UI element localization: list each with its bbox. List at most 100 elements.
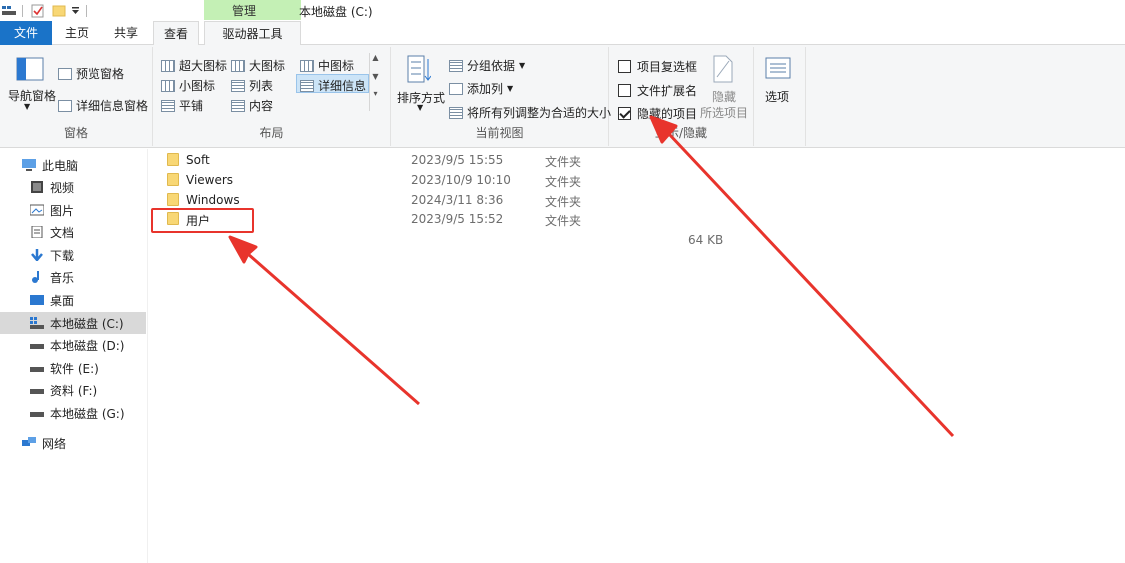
details-pane-button[interactable]: 详细信息窗格 xyxy=(58,97,148,114)
file-extensions-toggle[interactable]: 文件扩展名 xyxy=(618,82,697,99)
nav-drive-f[interactable]: 资料 (F:) xyxy=(0,379,146,401)
sort-by-icon xyxy=(407,55,431,83)
video-icon xyxy=(31,181,43,193)
file-type: 文件夹 xyxy=(545,195,582,209)
layout-extra-large-icons[interactable]: 超大图标 xyxy=(161,57,227,74)
nav-label: 此电脑 xyxy=(42,158,79,173)
nav-label: 资料 (F:) xyxy=(50,383,98,398)
drive-icon xyxy=(30,412,44,417)
nav-pictures[interactable]: 图片 xyxy=(0,199,146,221)
chevron-up-icon[interactable]: ▲ xyxy=(370,53,381,62)
options-button[interactable]: 选项 xyxy=(765,88,789,105)
group-by-button[interactable]: 分组依据 ▼ xyxy=(449,57,525,74)
layout-tiles[interactable]: 平铺 xyxy=(161,97,203,114)
tab-home[interactable]: 主页 xyxy=(57,21,97,45)
nav-documents[interactable]: 文档 xyxy=(0,221,146,243)
file-type: 文件夹 xyxy=(545,155,582,169)
pane-group: 导航窗格 ▼ 预览窗格 详细信息窗格 窗格 xyxy=(0,47,153,146)
add-column-button[interactable]: 添加列 ▼ xyxy=(449,80,513,97)
annotation-arrow-to-folder xyxy=(228,235,420,406)
hidden-items-toggle[interactable]: 隐藏的项目 xyxy=(618,105,697,122)
hide-selected-icon xyxy=(713,55,733,83)
nav-music[interactable]: 音乐 xyxy=(0,266,146,288)
layout-group-label: 布局 xyxy=(259,126,284,140)
details-pane-label: 详细信息窗格 xyxy=(76,99,149,113)
group-by-icon xyxy=(449,59,463,72)
item-checkboxes-toggle[interactable]: 项目复选框 xyxy=(618,58,697,75)
nav-network[interactable]: 网络 xyxy=(0,432,146,454)
tab-view[interactable]: 查看 xyxy=(153,21,199,46)
preview-pane-button[interactable]: 预览窗格 xyxy=(58,65,124,82)
folder-icon xyxy=(167,153,179,166)
hide-selected-button[interactable]: 隐藏 xyxy=(712,88,736,105)
tab-share[interactable]: 共享 xyxy=(106,21,146,45)
properties-icon[interactable] xyxy=(31,4,44,18)
item-checkboxes-checkbox[interactable] xyxy=(618,60,631,73)
tab-drive-tools[interactable]: 驱动器工具 xyxy=(204,21,301,45)
file-row[interactable]: Windows 2024/3/11 8:36 文件夹 xyxy=(167,190,607,210)
file-extensions-checkbox[interactable] xyxy=(618,84,631,97)
layout-details[interactable]: 详细信息 xyxy=(300,77,366,94)
nav-label: 视频 xyxy=(50,180,75,195)
nav-drive-c[interactable]: 本地磁盘 (C:) xyxy=(0,312,146,334)
nav-label: 网络 xyxy=(42,436,67,451)
chevron-down-icon: ▼ xyxy=(519,61,526,70)
nav-label: 下载 xyxy=(50,248,75,263)
chevron-down-icon[interactable]: ▼ xyxy=(370,72,381,81)
layout-small-icons[interactable]: 小图标 xyxy=(161,77,215,94)
nav-desktop[interactable]: 桌面 xyxy=(0,289,146,311)
nav-videos[interactable]: 视频 xyxy=(0,176,146,198)
nav-label: 本地磁盘 (G:) xyxy=(50,406,125,421)
layout-label: 平铺 xyxy=(179,99,204,113)
file-row[interactable]: Soft 2023/9/5 15:55 文件夹 xyxy=(167,150,607,170)
hide-selected-subtext: 所选项目 xyxy=(700,104,748,121)
nav-label: 软件 (E:) xyxy=(50,361,99,376)
new-folder-icon[interactable] xyxy=(52,4,66,17)
add-column-icon xyxy=(449,82,463,95)
group-by-label: 分组依据 xyxy=(467,59,516,73)
file-date: 2023/9/5 15:55 xyxy=(411,153,504,167)
title-bar: 管理 本地磁盘 (C:) xyxy=(0,0,1125,22)
nav-pane-label: 导航窗格 xyxy=(8,89,57,103)
folder-icon xyxy=(167,173,179,186)
nav-label: 本地磁盘 (D:) xyxy=(50,338,125,353)
chevron-down-icon: ▼ xyxy=(24,102,31,111)
layout-label: 小图标 xyxy=(179,79,216,93)
fit-columns-button[interactable]: 将所有列调整为合适的大小 xyxy=(449,104,611,121)
layout-label: 详细信息 xyxy=(318,79,367,93)
extra-large-icons-icon xyxy=(161,59,175,72)
nav-drive-g[interactable]: 本地磁盘 (G:) xyxy=(0,402,146,424)
nav-downloads[interactable]: 下载 xyxy=(0,244,146,266)
nav-drive-e[interactable]: 软件 (E:) xyxy=(0,357,146,379)
layout-gallery-scroll[interactable]: ▲ ▼ ▾ xyxy=(369,53,381,111)
layout-medium-icons[interactable]: 中图标 xyxy=(300,57,354,74)
options-label: 选项 xyxy=(765,90,790,104)
layout-label: 超大图标 xyxy=(179,59,228,73)
nav-label: 本地磁盘 (C:) xyxy=(50,316,124,331)
nav-this-pc[interactable]: 此电脑 xyxy=(0,154,146,176)
chevron-down-icon: ▼ xyxy=(507,84,514,93)
document-icon xyxy=(31,226,43,238)
layout-content[interactable]: 内容 xyxy=(231,97,273,114)
windows-drive-icon xyxy=(30,317,44,329)
layout-list[interactable]: 列表 xyxy=(231,77,273,94)
layout-large-icons[interactable]: 大图标 xyxy=(231,57,285,74)
hidden-items-checkbox[interactable] xyxy=(618,107,631,120)
expand-gallery-icon[interactable]: ▾ xyxy=(370,89,381,98)
drive-icon xyxy=(30,367,44,372)
list-icon xyxy=(231,79,245,92)
nav-drive-d[interactable]: 本地磁盘 (D:) xyxy=(0,334,146,356)
nav-pane-button[interactable]: 导航窗格 xyxy=(8,87,56,104)
show-hide-group: 项目复选框 文件扩展名 隐藏的项目 隐藏 所选项目 显示/隐藏 xyxy=(609,47,754,146)
customize-toolbar-icon[interactable] xyxy=(72,7,80,15)
folder-icon xyxy=(167,193,179,206)
options-group: 选项 xyxy=(754,47,806,146)
annotation-arrow-to-checkbox xyxy=(649,115,955,438)
large-icons-icon xyxy=(231,59,245,72)
file-row[interactable]: Viewers 2023/10/9 10:10 文件夹 xyxy=(167,170,607,190)
file-name: Viewers xyxy=(186,173,234,187)
network-icon xyxy=(22,437,36,446)
music-icon xyxy=(32,271,39,283)
tab-file[interactable]: 文件 xyxy=(0,21,52,45)
hide-selected-label: 隐藏 xyxy=(712,90,737,104)
